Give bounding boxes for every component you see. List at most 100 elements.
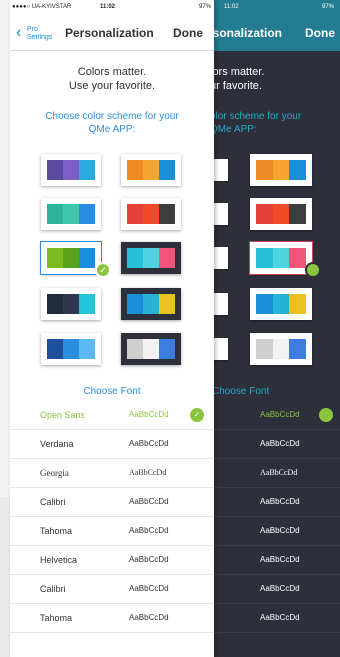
swatch-colors: [127, 294, 175, 314]
light-theme-phone: ●●●●○ UA-KYIVSTAR 11:02 97% ‹ Pro Settin…: [10, 0, 214, 657]
swatch-color-stripe: [63, 294, 79, 314]
dark-choose-font-heading: Choose Font: [212, 386, 270, 397]
swatch-color-stripe: [256, 339, 273, 359]
font-sample: AaBbCcDd: [129, 584, 169, 593]
swatch-colors: [256, 248, 307, 268]
color-scheme-option[interactable]: [121, 333, 181, 365]
swatch-colors: [47, 339, 95, 359]
status-time: 11:02: [100, 4, 116, 10]
swatch-color-stripe: [143, 294, 159, 314]
font-sample: AaBbCcDd: [129, 526, 169, 535]
swatch-color-stripe: [127, 160, 143, 180]
swatch-color-stripe: [47, 294, 63, 314]
swatch-color-stripe: [272, 339, 290, 359]
swatch-color-stripe: [127, 294, 143, 314]
swatch-color-stripe: [272, 294, 290, 314]
swatch-color-stripe: [79, 160, 95, 180]
dark-font-sample: AaBbCcDd: [260, 497, 300, 506]
status-bar: ●●●●○ UA-KYIVSTAR 11:02 97%: [10, 0, 214, 17]
dark-selected-scheme-check-icon: [305, 262, 321, 278]
swatch-colors: [127, 204, 175, 224]
swatch-color-stripe: [256, 204, 273, 224]
font-name: Tahoma: [40, 613, 73, 623]
color-scheme-option[interactable]: [41, 288, 101, 320]
page-title: Personalization: [65, 26, 154, 40]
done-button[interactable]: Done: [173, 26, 203, 40]
font-option-row[interactable]: Calibri AaBbCcDd: [10, 488, 214, 517]
swatch-color-stripe: [256, 294, 273, 314]
color-scheme-option[interactable]: [121, 198, 181, 230]
dark-status-time: 11:02: [224, 4, 239, 10]
font-option-row[interactable]: Open Sans AaBbCcDd ✓: [10, 401, 214, 430]
swatch-color-stripe: [289, 339, 307, 359]
font-option-row[interactable]: Tahoma AaBbCcDd: [10, 517, 214, 546]
swatch-color-stripe: [79, 204, 95, 224]
swatch-color-stripe: [159, 339, 175, 359]
swatch-colors: [127, 248, 175, 268]
dark-font-sample: AaBbCcDd: [260, 439, 300, 448]
swatch-color-stripe: [159, 204, 175, 224]
back-chevron-icon[interactable]: ‹: [16, 25, 21, 41]
color-scheme-option[interactable]: [121, 242, 181, 274]
swatch-color-stripe: [47, 160, 63, 180]
swatch-color-stripe: [256, 160, 273, 180]
swatch-colors: [47, 160, 95, 180]
swatch-color-stripe: [47, 204, 63, 224]
font-name: Verdana: [40, 439, 74, 449]
font-option-row[interactable]: Georgia AaBbCcDd: [10, 459, 214, 488]
dark-font-sample: AaBbCcDd: [260, 468, 298, 477]
dark-status-battery: 97%: [321, 4, 334, 10]
dark-color-scheme-option[interactable]: [250, 154, 312, 186]
swatch-color-stripe: [127, 339, 143, 359]
font-sample: AaBbCcDd: [129, 410, 169, 419]
font-sample: AaBbCcDd: [129, 497, 169, 506]
color-scheme-option[interactable]: [41, 198, 101, 230]
dark-selected-font-check-icon: [319, 408, 333, 422]
dark-scheme-heading: olor scheme for your QMe APP:: [210, 110, 301, 136]
swatch-color-stripe: [63, 339, 79, 359]
swatch-colors: [256, 160, 307, 180]
dark-font-sample: AaBbCcDd: [260, 526, 300, 535]
selected-scheme-check-icon: ✓: [95, 262, 111, 278]
swatch-color-stripe: [127, 204, 143, 224]
swatch-colors: [256, 294, 307, 314]
dark-color-scheme-option[interactable]: [250, 198, 312, 230]
dark-scheme-line2: QMe APP:: [210, 124, 257, 135]
font-option-row[interactable]: Calibri AaBbCcDd: [10, 575, 214, 604]
swatch-color-stripe: [272, 160, 290, 180]
choose-font-heading: Choose Font: [83, 386, 141, 397]
swatch-color-stripe: [63, 204, 79, 224]
font-option-row[interactable]: Helvetica AaBbCcDd: [10, 546, 214, 575]
font-name: Open Sans: [40, 410, 86, 420]
dark-intro-line2: ur favorite.: [210, 80, 262, 92]
swatch-colors: [256, 339, 307, 359]
dark-color-scheme-option[interactable]: [250, 333, 312, 365]
color-scheme-option[interactable]: [41, 154, 101, 186]
scheme-line2: QMe APP:: [88, 124, 136, 135]
color-scheme-option[interactable]: [121, 154, 181, 186]
color-scheme-option[interactable]: [41, 333, 101, 365]
back-button[interactable]: Pro Settings: [27, 26, 55, 42]
scheme-line1: Choose color scheme for your: [45, 111, 179, 122]
font-option-row[interactable]: Verdana AaBbCcDd: [10, 430, 214, 459]
font-option-row[interactable]: Tahoma AaBbCcDd: [10, 604, 214, 633]
color-scheme-option[interactable]: [121, 288, 181, 320]
swatch-color-stripe: [159, 160, 175, 180]
dark-color-scheme-option[interactable]: [250, 288, 312, 320]
swatch-color-stripe: [289, 204, 307, 224]
font-sample: AaBbCcDd: [129, 468, 167, 477]
swatch-color-stripe: [159, 248, 175, 268]
swatch-colors: [47, 204, 95, 224]
font-name: Georgia: [40, 468, 69, 478]
selected-font-check-icon: ✓: [190, 408, 204, 422]
status-carrier: ●●●●○ UA-KYIVSTAR: [12, 4, 72, 10]
color-scheme-option[interactable]: [40, 241, 102, 275]
dark-nav-title: rsonalization: [208, 26, 283, 40]
dark-color-scheme-option[interactable]: [249, 241, 313, 275]
swatch-color-stripe: [272, 248, 290, 268]
swatch-colors: [47, 294, 95, 314]
intro-text: Colors matter. Use your favorite.: [10, 65, 214, 93]
dark-done-button[interactable]: Done: [305, 26, 335, 40]
swatch-color-stripe: [79, 339, 95, 359]
swatch-color-stripe: [47, 248, 63, 268]
